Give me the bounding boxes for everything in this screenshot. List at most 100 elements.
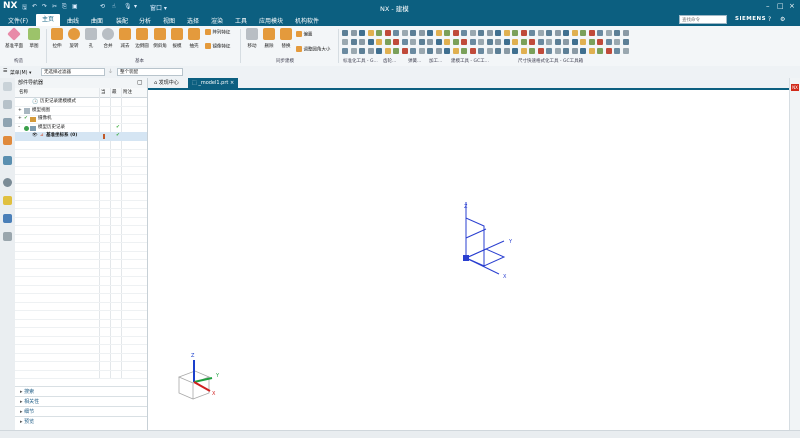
toolbox-tool-icon[interactable] (546, 30, 552, 36)
maximize-button[interactable]: □ (777, 2, 784, 10)
tab-close-icon[interactable]: × (230, 80, 234, 86)
repeat-command-icon[interactable]: ⟲ (100, 3, 105, 11)
toolbox-tool-icon[interactable] (469, 48, 476, 54)
toolbox-tool-icon[interactable] (401, 39, 408, 45)
save-icon[interactable]: 🖫 (22, 3, 27, 11)
menu-applications[interactable]: 应用模块 (259, 16, 283, 25)
toolbox-tool-icon[interactable] (435, 39, 442, 45)
type-filter-dropdown[interactable]: 无选择过滤器 (41, 68, 105, 76)
menu-tools[interactable]: 工具 (235, 16, 247, 25)
cut-icon[interactable]: ✂ (52, 3, 57, 11)
panel-preview[interactable]: ▸ 预览 (15, 416, 147, 427)
roles-icon[interactable] (3, 214, 12, 223)
toolbox-tool-icon[interactable] (605, 30, 612, 36)
column-note[interactable]: 附注 (123, 88, 132, 97)
toolbox-tool-icon[interactable] (554, 48, 561, 54)
toolbox-tool-icon[interactable] (580, 39, 586, 45)
toolbox-tool-icon[interactable] (537, 48, 544, 54)
toolbox-tool-icon[interactable] (350, 39, 357, 45)
toolbox-tool-icon[interactable] (503, 48, 510, 54)
menu-home[interactable]: 主页 (36, 14, 61, 26)
toolbox-tool-icon[interactable] (401, 48, 408, 54)
menu-surface[interactable]: 曲面 (91, 16, 103, 25)
collapse-icon[interactable]: – (18, 124, 20, 133)
expand-icon[interactable]: + (18, 107, 22, 116)
toolbox-tool-icon[interactable] (546, 48, 552, 54)
toolbox-tool-icon[interactable] (614, 48, 620, 54)
toolbox-tool-icon[interactable] (571, 30, 578, 36)
toolbox-tool-icon[interactable] (512, 48, 518, 54)
redo-icon[interactable]: ↷ (42, 3, 47, 11)
copy-icon[interactable]: ⎘ (62, 3, 67, 11)
toolbox-tool-icon[interactable] (376, 39, 382, 45)
toolbox-tool-icon[interactable] (384, 30, 391, 36)
selection-scope-dropdown[interactable]: 整个装配 (117, 68, 183, 76)
toolbox-tool-icon[interactable] (418, 39, 425, 45)
toolbox-tool-icon[interactable] (410, 39, 416, 45)
resize-blend-button[interactable]: 调整圆角大小 (296, 46, 330, 53)
toolbox-tool-icon[interactable] (486, 30, 493, 36)
tree-row-model-history[interactable]: – 模型历史记录 ✔ (15, 124, 147, 133)
microphone-icon[interactable]: 🎙 (124, 3, 132, 11)
help-icon[interactable]: ? (768, 16, 771, 23)
toolbox-tool-icon[interactable] (435, 48, 442, 54)
column-name[interactable]: 名称 (19, 88, 28, 97)
toolbox-tool-icon[interactable] (393, 30, 399, 36)
offset-button[interactable]: 偏置 (296, 31, 312, 38)
menu-assembly[interactable]: 装配 (116, 16, 128, 25)
toolbox-tool-icon[interactable] (418, 30, 425, 36)
edge-blend-button[interactable]: 边倒圆 (132, 28, 152, 49)
toolbox-tool-icon[interactable] (410, 48, 416, 54)
toolbox-tool-icon[interactable] (512, 30, 518, 36)
maximize-panel-icon[interactable]: ▢ (137, 78, 143, 88)
mirror-feature-button[interactable]: 镜像特征 (205, 43, 230, 50)
toolbox-tool-icon[interactable] (342, 39, 348, 45)
toolbox-tool-icon[interactable] (469, 39, 476, 45)
toolbox-tool-icon[interactable] (393, 48, 399, 54)
chevron-down-icon[interactable]: ▾ (134, 3, 137, 11)
toolbox-tool-icon[interactable] (529, 30, 535, 36)
toolbox-tool-icon[interactable] (367, 30, 374, 36)
tab-discovery-center[interactable]: ⌂ 发现中心 (150, 78, 183, 88)
toolbox-tool-icon[interactable] (520, 39, 527, 45)
toolbox-tool-icon[interactable] (495, 39, 501, 45)
toolbox-tool-icon[interactable] (384, 48, 391, 54)
toolbox-tool-icon[interactable] (588, 39, 595, 45)
toolbox-tool-icon[interactable] (469, 30, 476, 36)
toolbox-tool-icon[interactable] (520, 30, 527, 36)
toolbox-tool-icon[interactable] (461, 30, 467, 36)
paste-icon[interactable]: ▣ (72, 3, 78, 11)
toolbox-tool-icon[interactable] (529, 39, 535, 45)
toolbox-tool-icon[interactable] (444, 48, 450, 54)
toolbox-tool-icon[interactable] (478, 39, 484, 45)
process-studio-icon[interactable] (3, 196, 12, 205)
settings-icon[interactable]: ⚙ (780, 16, 785, 23)
toolbox-tool-icon[interactable] (495, 30, 501, 36)
toolbox-tool-icon[interactable] (597, 48, 603, 54)
pattern-feature-button[interactable]: 阵列特征 (205, 29, 230, 36)
toolbox-tool-icon[interactable] (359, 30, 365, 36)
tree-row-history-mode[interactable]: 🕓 历史记录建模模式 (15, 98, 147, 107)
toolbox-tool-icon[interactable] (597, 30, 603, 36)
toolbox-tool-icon[interactable] (588, 48, 595, 54)
expand-icon[interactable]: + (18, 115, 22, 124)
toolbox-tool-icon[interactable] (495, 48, 501, 54)
toolbox-tool-icon[interactable] (367, 39, 374, 45)
toolbox-tool-icon[interactable] (622, 39, 629, 45)
minimize-button[interactable]: – (766, 2, 770, 10)
menu-render[interactable]: 渲染 (211, 16, 223, 25)
menu-select[interactable]: 选择 (187, 16, 199, 25)
graphics-canvas[interactable]: Z Y X Z Y X (148, 90, 789, 427)
menu-analysis[interactable]: 分析 (139, 16, 151, 25)
command-search-input[interactable]: 查找命令 (679, 15, 727, 24)
view-triad[interactable] (177, 360, 213, 400)
toolbox-tool-icon[interactable] (563, 48, 569, 54)
toolbox-tool-icon[interactable] (571, 48, 578, 54)
toolbox-tool-icon[interactable] (427, 30, 433, 36)
constraint-navigator-icon[interactable] (3, 118, 12, 127)
toolbox-tool-icon[interactable] (563, 30, 569, 36)
menu-file[interactable]: 文件(F) (8, 16, 28, 25)
toolbox-tool-icon[interactable] (452, 39, 459, 45)
replace-face-button[interactable]: 替换 (276, 28, 296, 49)
toolbox-tool-icon[interactable] (486, 48, 493, 54)
